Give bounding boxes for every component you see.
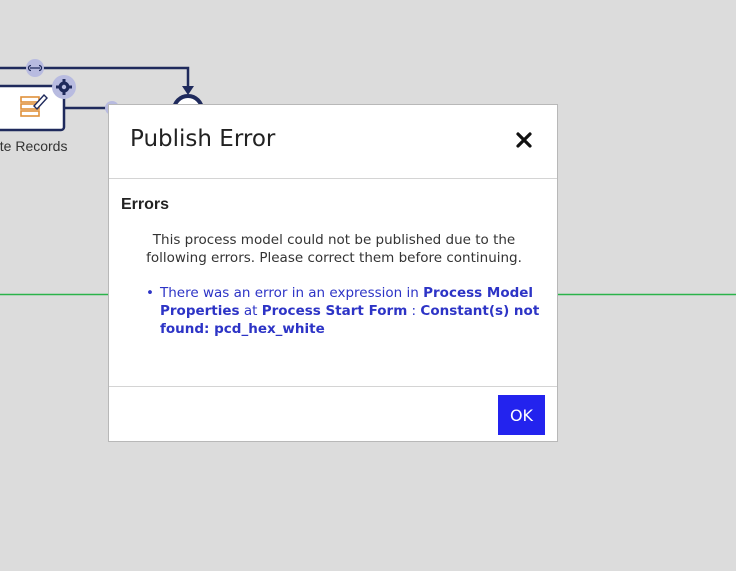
dialog-header: Publish Error [109,105,557,179]
error-separator: : [407,303,421,319]
error-list: • There was an error in an expression in … [146,284,545,338]
close-x-icon [516,132,532,148]
error-form: Process Start Form [261,303,408,319]
dialog-footer: OK [109,387,557,443]
flow-arrowhead [182,86,194,95]
dialog-body: Errors This process model could not be p… [109,179,557,387]
error-at-text: at [239,303,262,319]
write-records-label: rite Records [0,138,68,154]
close-button[interactable] [513,129,535,151]
error-item: • There was an error in an expression in … [146,284,545,338]
publish-error-dialog: Publish Error Errors This process model … [108,104,558,442]
errors-description: This process model could not be publishe… [146,232,522,266]
dialog-title: Publish Error [130,126,276,152]
error-prefix: There was an error in an expression in [160,285,424,301]
gear-icon[interactable] [52,75,76,99]
ok-button[interactable]: OK [498,395,545,435]
errors-heading: Errors [121,196,170,213]
bullet-icon: • [146,285,154,301]
